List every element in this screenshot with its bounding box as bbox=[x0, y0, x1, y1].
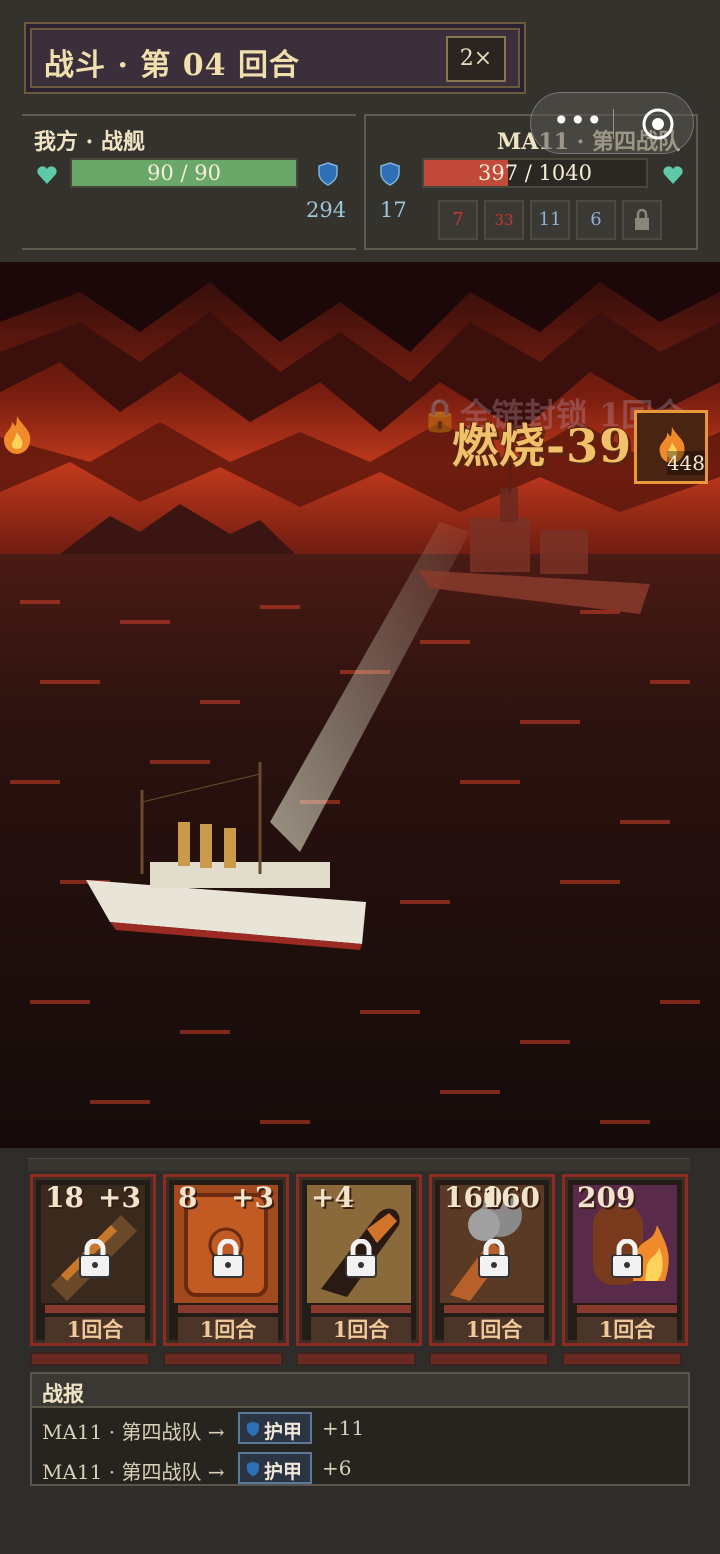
card-cooldown: 1回合 bbox=[311, 1317, 411, 1343]
skill-card-furnace[interactable]: 209 1回合 bbox=[562, 1174, 688, 1346]
battle-log-header: 战报 bbox=[32, 1374, 688, 1408]
lock-icon bbox=[79, 1239, 111, 1278]
shield-icon bbox=[380, 162, 400, 186]
burst-status-icon[interactable]: 33 bbox=[484, 200, 524, 240]
card-progress-bar bbox=[577, 1305, 677, 1313]
sea bbox=[0, 554, 720, 1148]
shield-icon bbox=[247, 1461, 259, 1477]
battle-log-title: 战报 bbox=[42, 1381, 84, 1406]
log-actor: MA11 · 第四战队 → bbox=[42, 1460, 225, 1484]
card-tray-edge bbox=[28, 1158, 690, 1171]
status-value: 11 bbox=[538, 209, 562, 230]
heart-icon bbox=[663, 166, 683, 184]
round-panel: 战斗 · 第 04 回合 2× bbox=[24, 22, 526, 94]
card-bonus: 160 bbox=[481, 1181, 540, 1214]
skill-card-plate[interactable]: 8 +3 1回合 bbox=[163, 1174, 289, 1346]
skill-card-bomb[interactable]: 18 +3 1回合 bbox=[30, 1174, 156, 1346]
card-cooldown: 1回合 bbox=[45, 1317, 145, 1343]
shield-status-icon[interactable]: 6 bbox=[576, 200, 616, 240]
enemy-hp-bar: 397 / 1040 bbox=[422, 158, 648, 188]
log-entry: MA11 · 第四战队 → 护甲 +11 bbox=[42, 1412, 682, 1446]
round-title: 战斗 · 第 04 回合 bbox=[44, 48, 300, 83]
card-cost: 209 bbox=[577, 1181, 636, 1214]
card-bonus: +3 bbox=[231, 1181, 274, 1214]
armor-badge: 护甲 bbox=[238, 1412, 312, 1444]
card-charge-bar bbox=[562, 1352, 682, 1366]
card-charge-bar bbox=[429, 1352, 549, 1366]
log-entry: MA11 · 第四战队 → 护甲 +6 bbox=[42, 1452, 682, 1486]
player-hp-bar: 90 / 90 bbox=[70, 158, 298, 188]
heart-icon bbox=[37, 166, 57, 184]
lock-icon bbox=[478, 1239, 510, 1278]
player-panel: 我方 · 战舰 90 / 90 294 bbox=[22, 114, 356, 250]
card-progress-bar bbox=[311, 1305, 411, 1313]
battle-scene: 🔒全链封锁 1回合 燃烧-397 448 bbox=[0, 262, 720, 1148]
card-cooldown: 1回合 bbox=[444, 1317, 544, 1343]
player-armor-value: 294 bbox=[306, 198, 347, 222]
card-cost: 18 bbox=[45, 1181, 84, 1214]
lock-icon bbox=[212, 1239, 244, 1278]
card-bonus: +4 bbox=[311, 1181, 354, 1214]
status-value: 6 bbox=[590, 209, 602, 230]
card-progress-bar bbox=[45, 1305, 145, 1313]
lock-icon bbox=[345, 1239, 377, 1278]
player-hp-text: 90 / 90 bbox=[147, 161, 221, 185]
card-cooldown: 1回合 bbox=[577, 1317, 677, 1343]
card-charge-bar bbox=[30, 1352, 150, 1366]
enemy-armor-value: 17 bbox=[380, 198, 407, 222]
card-cooldown: 1回合 bbox=[178, 1317, 278, 1343]
burn-status-badge[interactable]: 448 bbox=[634, 410, 708, 484]
shield-icon bbox=[318, 162, 338, 186]
burn-badge-value: 448 bbox=[666, 451, 705, 475]
skill-card-cannon[interactable]: 160 160 1回合 bbox=[429, 1174, 555, 1346]
card-cost: 8 bbox=[178, 1181, 198, 1214]
player-name: 我方 · 战舰 bbox=[34, 129, 145, 155]
close-target-icon[interactable] bbox=[641, 107, 675, 141]
battle-log[interactable]: 战报 MA11 · 第四战队 → 护甲 +11 MA11 · 第四战队 → 护甲… bbox=[30, 1372, 690, 1486]
status-value: 7 bbox=[452, 209, 464, 230]
shield-icon bbox=[247, 1421, 259, 1437]
armor-badge-label: 护甲 bbox=[264, 1421, 303, 1443]
more-icon[interactable]: ••• bbox=[553, 107, 603, 135]
card-charge-bar bbox=[296, 1352, 416, 1366]
card-charge-bar bbox=[163, 1352, 283, 1366]
skill-card-shell[interactable]: +4 1回合 bbox=[296, 1174, 422, 1346]
lock-icon bbox=[635, 208, 649, 230]
burst-status-icon[interactable]: 7 bbox=[438, 200, 478, 240]
card-progress-bar bbox=[178, 1305, 278, 1313]
card-progress-bar bbox=[444, 1305, 544, 1313]
log-value: +11 bbox=[322, 1416, 365, 1440]
speed-button[interactable]: 2× bbox=[446, 36, 506, 82]
status-value: 33 bbox=[494, 211, 514, 229]
armor-badge-label: 护甲 bbox=[264, 1461, 303, 1483]
pillar-status-icon[interactable]: 11 bbox=[530, 200, 570, 240]
armor-badge: 护甲 bbox=[238, 1452, 312, 1484]
card-bonus: +3 bbox=[98, 1181, 141, 1214]
log-actor: MA11 · 第四战队 → bbox=[42, 1420, 225, 1444]
fire-icon bbox=[4, 416, 31, 454]
enemy-hp-text: 397 / 1040 bbox=[478, 161, 592, 185]
top-bar: 战斗 · 第 04 回合 2× 我方 · 战舰 90 / 90 294 MA11… bbox=[0, 0, 720, 262]
capsule-divider bbox=[613, 109, 614, 139]
mini-program-capsule: ••• bbox=[530, 92, 694, 154]
log-value: +6 bbox=[322, 1456, 352, 1480]
lock-icon bbox=[611, 1239, 643, 1278]
lock-status-icon[interactable] bbox=[622, 200, 662, 240]
